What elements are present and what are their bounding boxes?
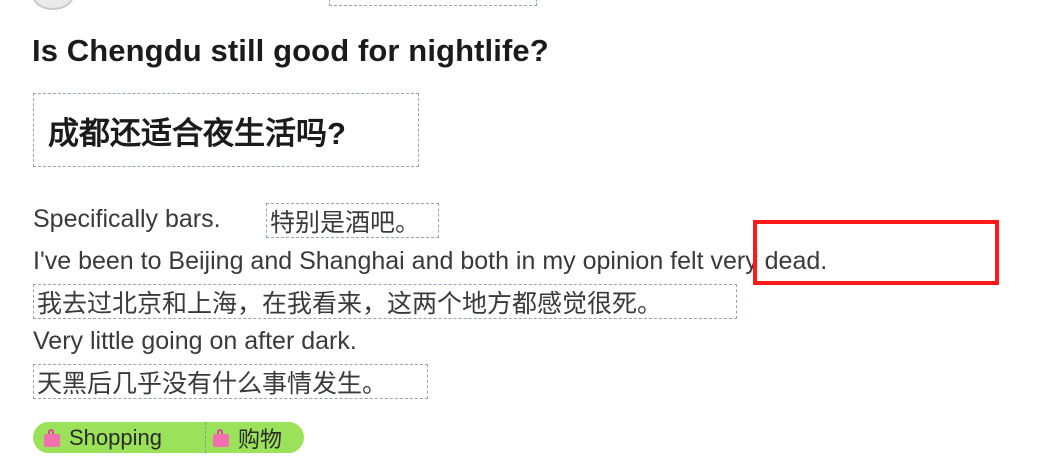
tag-shopping-translation[interactable]: 购物 <box>205 422 304 453</box>
shopping-bag-icon <box>43 428 61 447</box>
post-title-translation: 成都还适合夜生活吗? <box>48 115 346 151</box>
tag-shopping-label: Shopping <box>69 424 162 450</box>
body-line-1-translation: 特别是酒吧。 <box>266 203 439 238</box>
post-title: Is Chengdu still good for nightlife? <box>32 33 549 68</box>
body-line-2-translation: 我去过北京和上海，在我看来，这两个地方都感觉很死。 <box>33 284 737 319</box>
body-line-1: Specifically bars. <box>33 205 221 233</box>
post-page: Is Chengdu still good for nightlife? 成都还… <box>0 0 1046 474</box>
post-header-strip <box>32 0 732 10</box>
tag-shopping[interactable]: Shopping <box>33 422 205 453</box>
body-line-3: Very little going on after dark. <box>33 327 357 355</box>
body-line-3-translation: 天黑后几乎没有什么事情发生。 <box>33 364 428 399</box>
post-title-translation-box: 成都还适合夜生活吗? <box>33 93 419 167</box>
body-line-2: I've been to Beijing and Shanghai and bo… <box>33 247 828 275</box>
translation-box-top <box>329 0 537 6</box>
tag-shopping-translation-label: 购物 <box>238 426 283 452</box>
avatar[interactable] <box>32 0 74 10</box>
shopping-bag-icon <box>212 428 230 447</box>
